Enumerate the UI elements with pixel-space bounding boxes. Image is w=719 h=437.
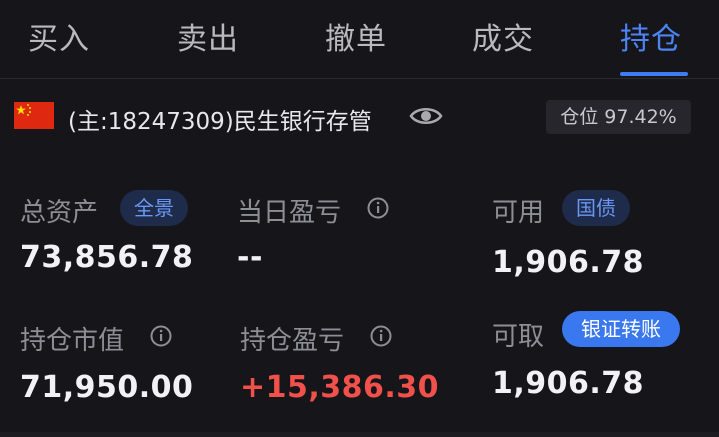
tab-holdings[interactable]: 持仓 bbox=[620, 14, 682, 58]
available-value: 1,906.78 bbox=[492, 245, 645, 280]
treasury-bond-button[interactable]: 国债 bbox=[562, 190, 630, 226]
withdrawable-label: 可取 bbox=[492, 322, 545, 352]
active-tab-indicator bbox=[620, 72, 688, 76]
overview-button[interactable]: 全景 bbox=[120, 190, 188, 226]
info-icon[interactable] bbox=[150, 325, 172, 347]
tab-buy[interactable]: 买入 bbox=[28, 14, 90, 58]
info-icon[interactable] bbox=[370, 325, 392, 347]
market-value-value: 71,950.00 bbox=[20, 370, 194, 405]
available-label: 可用 bbox=[492, 198, 545, 228]
total-assets-label: 总资产 bbox=[20, 198, 99, 228]
daily-pnl-label: 当日盈亏 bbox=[237, 198, 342, 228]
bottom-divider bbox=[0, 432, 719, 437]
account-name: (主:18247309)民生银行存管 bbox=[68, 109, 372, 135]
position-pnl-value: +15,386.30 bbox=[240, 370, 440, 405]
tab-deals[interactable]: 成交 bbox=[472, 14, 534, 58]
tab-sell[interactable]: 卖出 bbox=[177, 14, 239, 58]
account-row[interactable]: (主:18247309)民生银行存管 仓位 97.42% bbox=[0, 92, 719, 142]
total-assets-value: 73,856.78 bbox=[20, 240, 194, 275]
daily-pnl-value: -- bbox=[237, 240, 263, 275]
position-ratio-badge: 仓位 97.42% bbox=[546, 100, 691, 134]
info-icon[interactable] bbox=[367, 197, 389, 219]
bank-transfer-button[interactable]: 银证转账 bbox=[562, 311, 680, 347]
china-flag-icon bbox=[14, 102, 54, 129]
withdrawable-value: 1,906.78 bbox=[492, 366, 645, 401]
position-pnl-label: 持仓盈亏 bbox=[240, 326, 345, 356]
tab-cancel-order[interactable]: 撤单 bbox=[325, 14, 387, 58]
market-value-label: 持仓市值 bbox=[20, 326, 125, 356]
trade-tabs: 买入 卖出 撤单 成交 持仓 bbox=[0, 0, 719, 79]
eye-icon[interactable] bbox=[409, 104, 443, 128]
